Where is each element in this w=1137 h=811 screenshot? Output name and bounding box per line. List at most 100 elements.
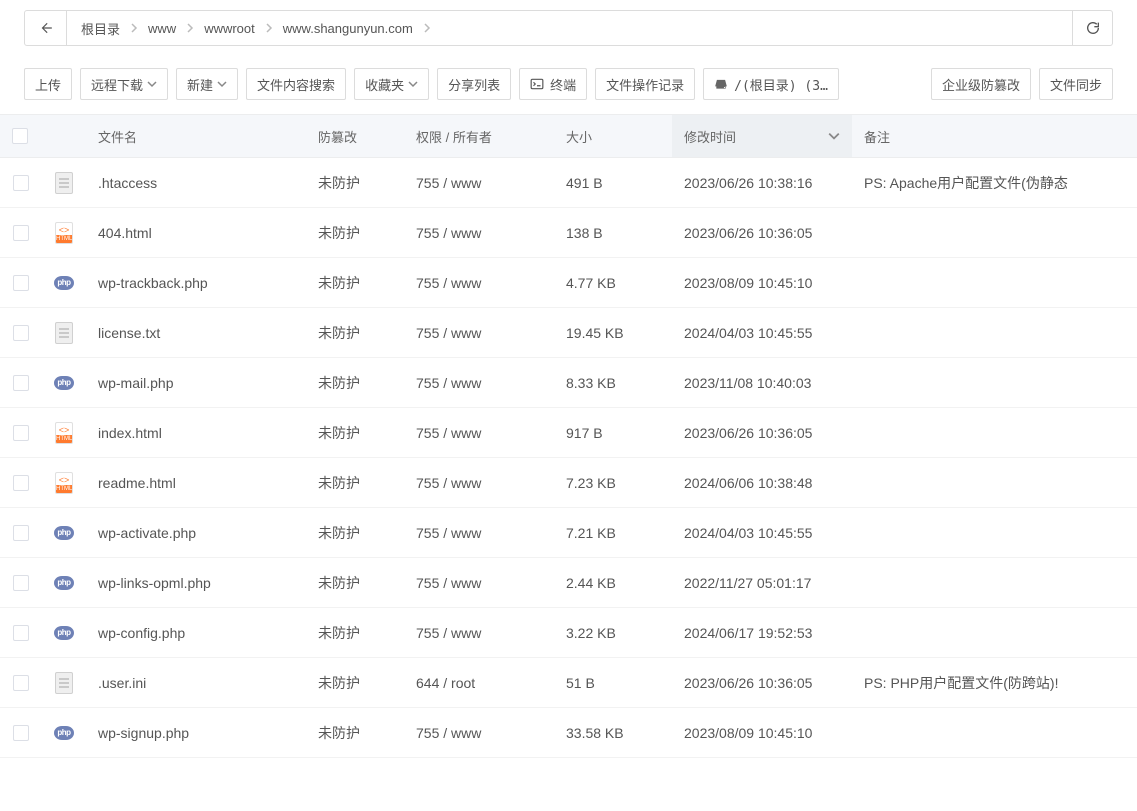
file-name[interactable]: wp-config.php bbox=[98, 625, 185, 641]
file-name[interactable]: wp-mail.php bbox=[98, 375, 173, 391]
row-checkbox[interactable] bbox=[13, 375, 29, 391]
file-name[interactable]: .htaccess bbox=[98, 175, 157, 191]
php-file-icon: php bbox=[54, 276, 74, 290]
file-name[interactable]: wp-trackback.php bbox=[98, 275, 208, 291]
table-row[interactable]: <>HTMLreadme.html未防护755 / www7.23 KB2024… bbox=[0, 458, 1137, 508]
chevron-down-icon bbox=[828, 130, 840, 142]
th-remark[interactable]: 备注 bbox=[852, 115, 1137, 158]
terminal-icon bbox=[530, 77, 544, 91]
table-row[interactable]: .user.ini未防护644 / root51 B2023/06/26 10:… bbox=[0, 658, 1137, 708]
share-list-button[interactable]: 分享列表 bbox=[437, 68, 511, 100]
th-name[interactable]: 文件名 bbox=[86, 115, 306, 158]
cell-tamper: 未防护 bbox=[306, 658, 404, 708]
cell-tamper: 未防护 bbox=[306, 208, 404, 258]
table-row[interactable]: phpwp-signup.php未防护755 / www33.58 KB2023… bbox=[0, 708, 1137, 758]
select-all-checkbox[interactable] bbox=[12, 128, 28, 144]
cell-mtime: 2024/06/06 10:38:48 bbox=[672, 458, 852, 508]
cell-perm: 755 / www bbox=[404, 308, 554, 358]
cell-mtime: 2023/06/26 10:38:16 bbox=[672, 158, 852, 208]
file-table: 文件名 防篡改 权限 / 所有者 大小 修改时间 备注 .htaccess 未防护… bbox=[0, 114, 1137, 758]
cell-remark: PS: Apache用户配置文件(伪静态 bbox=[852, 158, 1137, 208]
disk-label: /(根目录) (3… bbox=[734, 75, 828, 94]
row-checkbox[interactable] bbox=[13, 225, 29, 241]
table-row[interactable]: <>HTMLindex.html未防护755 / www917 B2023/06… bbox=[0, 408, 1137, 458]
cell-remark bbox=[852, 608, 1137, 658]
breadcrumb-item[interactable]: 根目录 bbox=[75, 19, 126, 38]
disk-button[interactable]: /(根目录) (3… bbox=[703, 68, 839, 100]
cell-size: 138 B bbox=[554, 208, 672, 258]
cell-mtime: 2023/06/26 10:36:05 bbox=[672, 208, 852, 258]
file-op-log-button[interactable]: 文件操作记录 bbox=[595, 68, 695, 100]
file-name[interactable]: .user.ini bbox=[98, 675, 146, 691]
th-size-label: 大小 bbox=[566, 127, 592, 146]
cell-mtime: 2023/08/09 10:45:10 bbox=[672, 708, 852, 758]
th-mtime[interactable]: 修改时间 bbox=[672, 115, 852, 158]
th-tamper[interactable]: 防篡改 bbox=[306, 115, 404, 158]
table-row[interactable]: phpwp-links-opml.php未防护755 / www2.44 KB2… bbox=[0, 558, 1137, 608]
cell-size: 2.44 KB bbox=[554, 558, 672, 608]
cell-remark bbox=[852, 358, 1137, 408]
table-row[interactable]: phpwp-trackback.php未防护755 / www4.77 KB20… bbox=[0, 258, 1137, 308]
file-name[interactable]: license.txt bbox=[98, 325, 160, 341]
row-checkbox[interactable] bbox=[13, 475, 29, 491]
row-checkbox[interactable] bbox=[13, 575, 29, 591]
cell-tamper: 未防护 bbox=[306, 308, 404, 358]
cell-size: 8.33 KB bbox=[554, 358, 672, 408]
cell-tamper: 未防护 bbox=[306, 608, 404, 658]
file-name[interactable]: 404.html bbox=[98, 225, 152, 241]
breadcrumb-item[interactable]: www.shangunyun.com bbox=[277, 21, 419, 36]
breadcrumb-item[interactable]: www bbox=[142, 21, 182, 36]
row-checkbox[interactable] bbox=[13, 725, 29, 741]
th-perm-label: 权限 / 所有者 bbox=[416, 127, 492, 146]
cell-tamper: 未防护 bbox=[306, 258, 404, 308]
cell-remark bbox=[852, 508, 1137, 558]
file-name[interactable]: wp-signup.php bbox=[98, 725, 189, 741]
remote-download-button[interactable]: 远程下载 bbox=[80, 68, 168, 100]
table-row[interactable]: phpwp-activate.php未防护755 / www7.21 KB202… bbox=[0, 508, 1137, 558]
row-checkbox[interactable] bbox=[13, 425, 29, 441]
favorites-button[interactable]: 收藏夹 bbox=[354, 68, 429, 100]
html-file-icon: <>HTML bbox=[55, 222, 73, 244]
new-button[interactable]: 新建 bbox=[176, 68, 238, 100]
cell-remark: PS: PHP用户配置文件(防跨站)! bbox=[852, 658, 1137, 708]
refresh-button[interactable] bbox=[1072, 11, 1112, 45]
cell-size: 33.58 KB bbox=[554, 708, 672, 758]
table-row[interactable]: .htaccess未防护755 / www491 B2023/06/26 10:… bbox=[0, 158, 1137, 208]
cell-size: 7.23 KB bbox=[554, 458, 672, 508]
back-button[interactable] bbox=[25, 11, 67, 45]
content-search-button[interactable]: 文件内容搜索 bbox=[246, 68, 346, 100]
row-checkbox[interactable] bbox=[13, 175, 29, 191]
th-size[interactable]: 大小 bbox=[554, 115, 672, 158]
row-checkbox[interactable] bbox=[13, 325, 29, 341]
chevron-down-icon bbox=[217, 79, 227, 89]
table-row[interactable]: <>HTML404.html未防护755 / www138 B2023/06/2… bbox=[0, 208, 1137, 258]
cell-tamper: 未防护 bbox=[306, 158, 404, 208]
row-checkbox[interactable] bbox=[13, 525, 29, 541]
upload-button[interactable]: 上传 bbox=[24, 68, 72, 100]
cell-tamper: 未防护 bbox=[306, 558, 404, 608]
cell-mtime: 2023/06/26 10:36:05 bbox=[672, 658, 852, 708]
breadcrumb-item[interactable]: wwwroot bbox=[198, 21, 261, 36]
cell-remark bbox=[852, 408, 1137, 458]
file-name[interactable]: readme.html bbox=[98, 475, 176, 491]
row-checkbox[interactable] bbox=[13, 625, 29, 641]
cell-size: 491 B bbox=[554, 158, 672, 208]
th-perm[interactable]: 权限 / 所有者 bbox=[404, 115, 554, 158]
file-name[interactable]: wp-links-opml.php bbox=[98, 575, 211, 591]
cell-size: 3.22 KB bbox=[554, 608, 672, 658]
file-sync-button[interactable]: 文件同步 bbox=[1039, 68, 1113, 100]
table-row[interactable]: phpwp-mail.php未防护755 / www8.33 KB2023/11… bbox=[0, 358, 1137, 408]
cell-mtime: 2022/11/27 05:01:17 bbox=[672, 558, 852, 608]
row-checkbox[interactable] bbox=[13, 675, 29, 691]
anti-tamper-button[interactable]: 企业级防篡改 bbox=[931, 68, 1031, 100]
row-checkbox[interactable] bbox=[13, 275, 29, 291]
cell-remark bbox=[852, 258, 1137, 308]
file-name[interactable]: index.html bbox=[98, 425, 162, 441]
file-name[interactable]: wp-activate.php bbox=[98, 525, 196, 541]
breadcrumbs: 根目录 www wwwroot www.shangunyun.com bbox=[67, 11, 1072, 45]
table-row[interactable]: phpwp-config.php未防护755 / www3.22 KB2024/… bbox=[0, 608, 1137, 658]
terminal-button[interactable]: 终端 bbox=[519, 68, 587, 100]
cell-tamper: 未防护 bbox=[306, 408, 404, 458]
breadcrumb-bar: 根目录 www wwwroot www.shangunyun.com bbox=[24, 10, 1113, 46]
table-row[interactable]: license.txt未防护755 / www19.45 KB2024/04/0… bbox=[0, 308, 1137, 358]
